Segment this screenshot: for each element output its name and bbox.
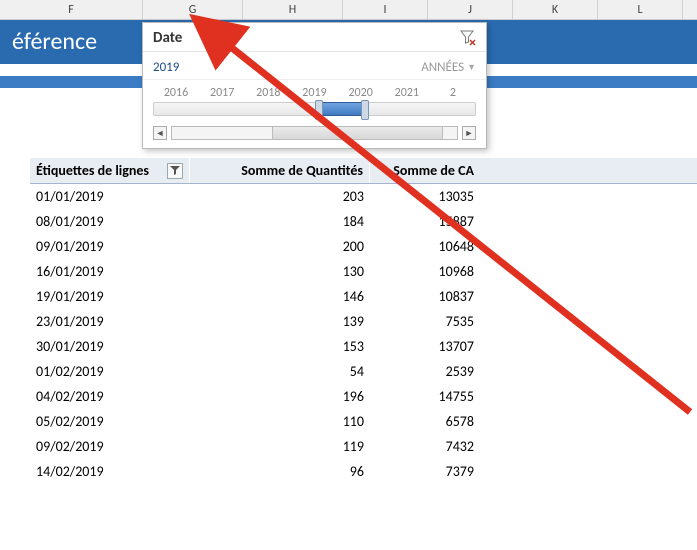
timeline-track[interactable] xyxy=(143,102,486,122)
cell-date: 16/01/2019 xyxy=(30,259,190,284)
timeline-year-2019[interactable]: 2019 xyxy=(291,86,337,100)
table-row[interactable]: 19/01/201914610837 xyxy=(30,284,697,309)
cell-date: 09/01/2019 xyxy=(30,234,190,259)
table-row[interactable]: 04/02/201919614755 xyxy=(30,384,697,409)
timeline-year-2[interactable]: 2 xyxy=(430,86,476,100)
column-header-ruler: FGHIJKL xyxy=(0,0,697,20)
section-title-text: éférence xyxy=(12,27,97,56)
table-row[interactable]: 16/01/201913010968 xyxy=(30,259,697,284)
timeline-year-2020[interactable]: 2020 xyxy=(338,86,384,100)
cell-ca: 13707 xyxy=(370,334,480,359)
cell-qty: 96 xyxy=(190,459,370,484)
timeline-year-2016[interactable]: 2016 xyxy=(153,86,199,100)
column-header-J[interactable]: J xyxy=(428,0,513,19)
cell-qty: 153 xyxy=(190,334,370,359)
clear-filter-button[interactable] xyxy=(460,30,476,46)
cell-qty: 200 xyxy=(190,234,370,259)
pivot-header-ca: Somme de CA xyxy=(370,158,480,183)
pivot-header-rowlabels: Étiquettes de lignes xyxy=(30,158,190,183)
table-row[interactable]: 05/02/20191106578 xyxy=(30,409,697,434)
timeline-selected-period: 2019 xyxy=(153,60,179,75)
chevron-down-icon: ▼ xyxy=(467,62,476,73)
cell-date: 01/01/2019 xyxy=(30,184,190,209)
timeline-unit-label: ANNÉES xyxy=(421,60,464,75)
scroll-right-button[interactable]: ► xyxy=(462,126,476,140)
column-header-I[interactable]: I xyxy=(343,0,428,19)
cell-qty: 184 xyxy=(190,209,370,234)
timeline-scrollbar: ◄ ► xyxy=(143,122,486,148)
table-row[interactable]: 01/01/201920313035 xyxy=(30,184,697,209)
column-header-K[interactable]: K xyxy=(513,0,598,19)
cell-date: 04/02/2019 xyxy=(30,384,190,409)
timeline-unit-dropdown[interactable]: ANNÉES ▼ xyxy=(421,60,476,75)
cell-qty: 146 xyxy=(190,284,370,309)
table-row[interactable]: 23/01/20191397535 xyxy=(30,309,697,334)
column-header-H[interactable]: H xyxy=(243,0,343,19)
table-row[interactable]: 30/01/201915313707 xyxy=(30,334,697,359)
cell-qty: 130 xyxy=(190,259,370,284)
cell-date: 01/02/2019 xyxy=(30,359,190,384)
timeline-header: Date xyxy=(143,23,486,52)
pivot-header-rowlabels-text: Étiquettes de lignes xyxy=(36,162,149,179)
table-row[interactable]: 01/02/2019542539 xyxy=(30,359,697,384)
pivot-header-row: Étiquettes de lignes Somme de Quantités … xyxy=(30,158,697,184)
cell-ca: 6578 xyxy=(370,409,480,434)
cell-date: 09/02/2019 xyxy=(30,434,190,459)
cell-ca: 10968 xyxy=(370,259,480,284)
table-row[interactable]: 09/02/20191197432 xyxy=(30,434,697,459)
scroll-left-button[interactable]: ◄ xyxy=(153,126,167,140)
funnel-icon xyxy=(170,166,180,176)
cell-ca: 10837 xyxy=(370,284,480,309)
cell-date: 19/01/2019 xyxy=(30,284,190,309)
timeline-year-labels: 2016201720182019202020212 xyxy=(143,79,486,102)
table-row[interactable]: 14/02/2019967379 xyxy=(30,459,697,484)
timeline-year-2017[interactable]: 2017 xyxy=(199,86,245,100)
cell-qty: 203 xyxy=(190,184,370,209)
timeline-year-2018[interactable]: 2018 xyxy=(245,86,291,100)
timeline-slicer[interactable]: Date 2019 ANNÉES ▼ 201620172018201920202… xyxy=(142,22,487,149)
table-row[interactable]: 09/01/201920010648 xyxy=(30,234,697,259)
scrollbar-track[interactable] xyxy=(171,126,458,140)
cell-date: 08/01/2019 xyxy=(30,209,190,234)
cell-ca: 15887 xyxy=(370,209,480,234)
cell-qty: 54 xyxy=(190,359,370,384)
funnel-clear-icon xyxy=(460,30,476,46)
column-header-F[interactable]: F xyxy=(0,0,143,19)
cell-qty: 139 xyxy=(190,309,370,334)
cell-qty: 119 xyxy=(190,434,370,459)
row-filter-button[interactable] xyxy=(167,163,183,179)
pivot-table: Étiquettes de lignes Somme de Quantités … xyxy=(30,158,697,484)
cell-qty: 196 xyxy=(190,384,370,409)
cell-qty: 110 xyxy=(190,409,370,434)
timeline-year-2021[interactable]: 2021 xyxy=(384,86,430,100)
pivot-header-qty: Somme de Quantités xyxy=(190,158,370,183)
cell-date: 30/01/2019 xyxy=(30,334,190,359)
timeline-subheader: 2019 ANNÉES ▼ xyxy=(143,52,486,79)
cell-ca: 2539 xyxy=(370,359,480,384)
cell-ca: 7379 xyxy=(370,459,480,484)
pivot-body: 01/01/20192031303508/01/20191841588709/0… xyxy=(30,184,697,484)
scrollbar-thumb[interactable] xyxy=(272,127,443,139)
cell-ca: 10648 xyxy=(370,234,480,259)
cell-date: 05/02/2019 xyxy=(30,409,190,434)
table-row[interactable]: 08/01/201918415887 xyxy=(30,209,697,234)
column-header-L[interactable]: L xyxy=(598,0,683,19)
cell-ca: 13035 xyxy=(370,184,480,209)
column-header-G[interactable]: G xyxy=(143,0,243,19)
timeline-title: Date xyxy=(153,29,182,47)
cell-ca: 14755 xyxy=(370,384,480,409)
cell-ca: 7535 xyxy=(370,309,480,334)
cell-date: 23/01/2019 xyxy=(30,309,190,334)
timeline-selection-handle[interactable] xyxy=(318,102,366,116)
cell-date: 14/02/2019 xyxy=(30,459,190,484)
timeline-track-bg xyxy=(153,102,476,116)
cell-ca: 7432 xyxy=(370,434,480,459)
